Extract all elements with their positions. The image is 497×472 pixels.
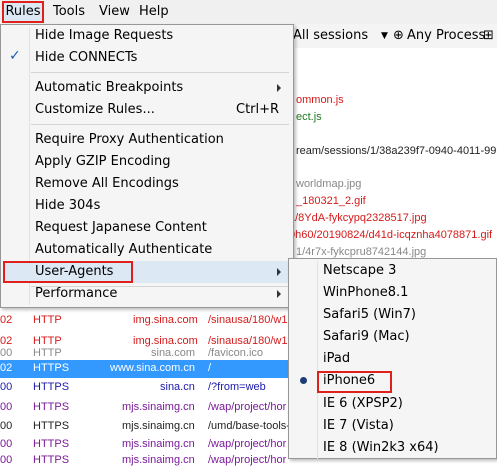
ua-winphone[interactable]: WinPhone8.1 [323, 283, 408, 303]
menu-item-auto-authenticate[interactable]: Automatically Authenticate [35, 240, 212, 260]
bg-line: 1/4r7x-fykcpru8742144.jpg [296, 246, 427, 258]
menu-item-require-proxy-auth[interactable]: Require Proxy Authentication [35, 130, 224, 150]
ua-iphone6[interactable]: iPhone6 [323, 371, 375, 391]
menu-item-performance[interactable]: Performance [35, 284, 117, 304]
user-agents-submenu: Netscape 3 WinPhone8.1 Safari5 (Win7) Sa… [288, 258, 497, 459]
submenu-arrow-icon [277, 268, 281, 276]
bg-line: worldmap.jpg [296, 178, 362, 190]
crosshair-icon[interactable]: ⊕ [393, 28, 404, 43]
ua-ie6[interactable]: IE 6 (XPSP2) [323, 394, 403, 414]
find-icon[interactable]: ⊞ [483, 28, 494, 43]
menu-item-apply-gzip[interactable]: Apply GZIP Encoding [35, 152, 171, 172]
menu-separator [31, 124, 289, 125]
menu-view[interactable]: View [99, 3, 130, 21]
menu-item-customize-rules[interactable]: Customize Rules... [35, 100, 155, 120]
radio-selected-icon [300, 377, 307, 384]
ua-netscape-3[interactable]: Netscape 3 [323, 261, 396, 281]
ua-safari5-win7[interactable]: Safari5 (Win7) [323, 305, 416, 325]
bg-line: ommon.js [296, 94, 344, 106]
bg-line: 1/8YdA-fykcypq2328517.jpg [289, 212, 427, 224]
submenu-arrow-icon [277, 84, 281, 92]
ua-ipad[interactable]: iPad [323, 349, 350, 369]
bg-line: ream/sessions/1/38a239f7-0940-4011-997 [296, 145, 497, 157]
menu-separator [31, 72, 289, 73]
bg-line: _180321_2.gif [296, 195, 366, 207]
bg-line: 0h60/20190824/d41d-icqznha4078871.gif [289, 229, 493, 241]
sessions-filter[interactable]: All sessions [293, 28, 368, 43]
ua-safari9-mac[interactable]: Safari9 (Mac) [323, 327, 410, 347]
toolbar: All sessions ▼ ⊕ Any Process ⊞ [293, 24, 497, 48]
menubar: Rules Tools View Help [0, 0, 497, 25]
menu-item-japanese-content[interactable]: Request Japanese Content [35, 218, 207, 238]
menu-item-hide-connects[interactable]: Hide CONNECTs [35, 48, 137, 68]
menu-item-automatic-breakpoints[interactable]: Automatic Breakpoints [35, 78, 183, 98]
menu-item-user-agents[interactable]: User-Agents [35, 262, 113, 282]
ua-ie7[interactable]: IE 7 (Vista) [323, 416, 394, 436]
menu-help[interactable]: Help [139, 3, 169, 21]
ua-ie8[interactable]: IE 8 (Win2k3 x64) [323, 438, 439, 458]
rules-menu: Hide Image Requests ✓ Hide CONNECTs Auto… [0, 24, 294, 308]
menu-rules[interactable]: Rules [2, 1, 44, 23]
menu-item-remove-encodings[interactable]: Remove All Encodings [35, 174, 179, 194]
menu-gutter [317, 261, 318, 459]
process-filter[interactable]: Any Process [407, 28, 485, 43]
menu-item-hide-image-requests[interactable]: Hide Image Requests [35, 26, 173, 46]
bg-line: ect.js [296, 111, 322, 123]
menu-tools[interactable]: Tools [53, 3, 85, 21]
shortcut-label: Ctrl+R [236, 102, 280, 117]
chevron-down-icon: ▼ [381, 31, 388, 41]
menu-item-hide-304s[interactable]: Hide 304s [35, 196, 100, 216]
submenu-arrow-icon [277, 290, 281, 298]
check-icon: ✓ [9, 48, 21, 64]
